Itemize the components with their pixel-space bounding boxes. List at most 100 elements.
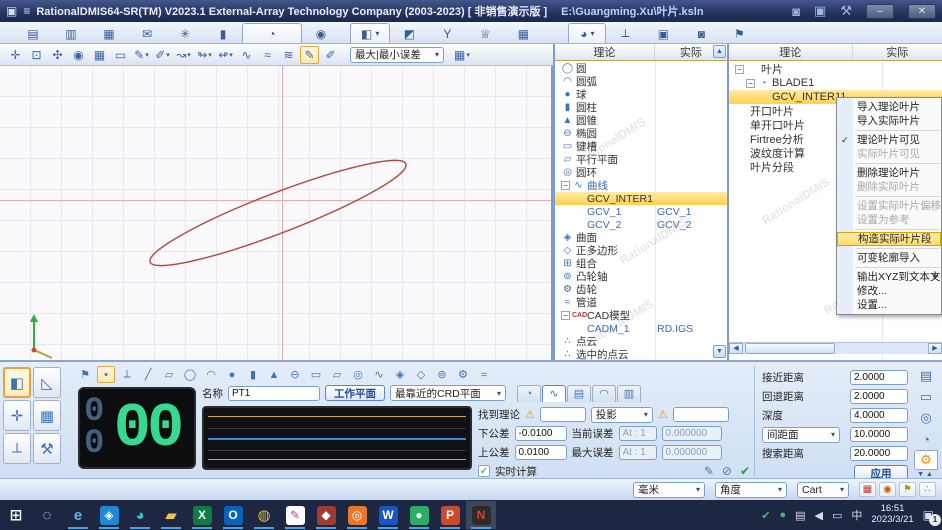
workplane-button[interactable]: 工作平面 (325, 385, 385, 401)
side-tool-button[interactable]: ◎ (914, 408, 938, 428)
minimize-button[interactable]: – (866, 4, 894, 19)
feature-type-button[interactable]: ⊚ (433, 366, 451, 383)
toolbar-button[interactable]: ✐ ▾ (153, 46, 172, 64)
ribbon-tab[interactable]: ◩ ▾ (390, 23, 428, 43)
ribbon-tab[interactable]: ▥ ▾ (52, 23, 90, 43)
strip-scroll-buttons[interactable]: ▼▲ (917, 471, 935, 478)
toolbar-button[interactable]: ≈ ▾ (258, 46, 277, 64)
theory-column-header[interactable]: 理论 (729, 44, 853, 60)
realtime-checkbox[interactable]: ✓ (478, 465, 490, 477)
context-menu-item[interactable]: ✓ 设置... ▶ (837, 298, 941, 312)
menu-icon[interactable]: ≡ (23, 4, 30, 18)
tree-row[interactable]: − CAD CAD模型 (555, 309, 727, 322)
clearance-input[interactable] (850, 427, 908, 442)
context-menu-item[interactable]: ✓ 设置为参考 ▶ (837, 213, 941, 227)
projection-select[interactable]: 投影 ▾ (591, 407, 653, 423)
ribbon-tab[interactable]: ▣ ▾ (644, 23, 682, 43)
toolbar-button[interactable]: ↫ ▾ (216, 46, 235, 64)
tree-row[interactable]: − ◎ 圆环 (555, 166, 727, 179)
feature-type-button[interactable]: ⊖ (286, 366, 304, 383)
eraser-icon[interactable]: ⊘ (722, 464, 732, 478)
taskbar-app-button[interactable]: N (466, 501, 496, 529)
result-view-tab[interactable]: ▥ (617, 385, 641, 402)
upper-tolerance-input[interactable] (515, 445, 567, 460)
context-menu-item[interactable]: ✓ 修改... ▶ (837, 284, 941, 298)
taskbar-app-button[interactable]: ⊞ (1, 501, 31, 529)
toolbar-button[interactable]: ✣ ▾ (48, 46, 67, 64)
feature-type-button[interactable]: ▱ (160, 366, 178, 383)
taskbar-app-button[interactable]: ◌ (32, 501, 62, 529)
display-options-button[interactable]: ▦ ▾ (452, 46, 472, 64)
side-tool-button[interactable]: ▭ (914, 387, 938, 407)
crd-plane-select[interactable]: 最靠近的CRD平面 ▾ (390, 385, 506, 401)
feature-type-button[interactable]: ⟂ (118, 366, 136, 383)
context-menu-item[interactable]: ✓ 构造实际叶片段 ▶ (837, 232, 941, 246)
toolbar-button[interactable]: ✎ ▾ (132, 46, 151, 64)
close-button[interactable]: ✕ (908, 4, 936, 19)
context-menu-item[interactable]: ✓ 可变轮廓导入 ▶ (837, 251, 941, 265)
theory-column-header[interactable]: 理论 (555, 44, 655, 60)
side-tool-button[interactable]: ▤ (914, 366, 938, 386)
toolbar-button[interactable]: ↝ ▾ (174, 46, 193, 64)
toolbar-button[interactable]: ▦ ▾ (90, 46, 109, 64)
device-palette-button[interactable]: ◺ (33, 367, 61, 398)
display-tray-icon[interactable]: ▭ (832, 509, 842, 522)
feature-type-button[interactable]: ◠ (202, 366, 220, 383)
scroll-up-button[interactable]: ▲ (713, 45, 726, 58)
status-icon[interactable]: ▦ (859, 482, 876, 497)
lower-tolerance-input[interactable] (515, 426, 567, 441)
wechat-tray-icon[interactable]: ● (779, 509, 786, 521)
ribbon-tab[interactable]: ⟂ ▾ (606, 23, 644, 43)
clearance-select[interactable]: 间距面 ▾ (762, 427, 840, 443)
tree-expand-toggle[interactable]: − (561, 311, 570, 320)
result-view-tab[interactable]: ∿ (542, 385, 566, 402)
device-palette-button[interactable]: ▦ (33, 400, 61, 431)
taskbar-app-button[interactable]: ◆ (311, 501, 341, 529)
context-menu-item[interactable]: ✓ 实际叶片可见 ▶ (837, 147, 941, 161)
toolbar-button[interactable]: ⊡ ▾ (27, 46, 46, 64)
ribbon-tab[interactable]: Y ▾ (428, 23, 466, 43)
actual-column-header[interactable]: 实际 (853, 44, 942, 60)
scroll-left-button[interactable]: ◀ (729, 343, 743, 354)
toolbar-button[interactable]: ✛ ▾ (6, 46, 25, 64)
horizontal-scrollbar[interactable]: ◀ ▶ (729, 342, 942, 354)
toolbar-button[interactable]: ✎ ▾ (300, 46, 319, 64)
touchpad-tray-icon[interactable]: ▤ (795, 509, 805, 522)
tree-expand-toggle[interactable]: − (561, 181, 570, 190)
feature-type-button[interactable]: ╱ (139, 366, 157, 383)
toolbar-button[interactable]: ◉ ▾ (69, 46, 88, 64)
retract-distance-input[interactable] (850, 389, 908, 404)
notification-center-icon[interactable]: ▣ 1 (923, 508, 934, 522)
projection-value-input[interactable] (673, 407, 729, 422)
ribbon-tab[interactable]: ◕ ▾ (568, 23, 606, 43)
taskbar-app-button[interactable]: ◎ (342, 501, 372, 529)
ribbon-tab[interactable]: ◧ ▾ (350, 23, 390, 43)
result-view-tab[interactable]: ◔ (517, 385, 541, 402)
find-theory-input[interactable] (540, 407, 586, 422)
taskbar-app-button[interactable]: e (63, 501, 93, 529)
tree-row[interactable]: − ∿ 曲线 (555, 179, 727, 192)
taskbar-app-button[interactable]: X (187, 501, 217, 529)
ribbon-tab[interactable]: ◉ ▾ (302, 23, 340, 43)
tree-row[interactable]: − GCV_INTER1 (555, 192, 727, 205)
side-tool-button[interactable]: ◔ (914, 429, 938, 449)
ribbon-tab[interactable]: ▦ ▾ (504, 23, 542, 43)
context-menu-item[interactable]: ✓ 输出XYZ到文本文件 ▶ (837, 270, 941, 284)
approach-distance-input[interactable] (850, 370, 908, 385)
taskbar-app-button[interactable]: ◈ (94, 501, 124, 529)
coordinate-system-select[interactable]: Cart ▾ (797, 482, 849, 498)
device-palette-button[interactable]: ⚒ (33, 433, 61, 464)
scrollbar-thumb[interactable] (745, 343, 835, 354)
context-menu-item[interactable]: ✓ 导入理论叶片 ▶ (837, 100, 941, 114)
taskbar-app-button[interactable]: P (435, 501, 465, 529)
ribbon-tab[interactable]: ✉ ▾ (128, 23, 166, 43)
device-palette-button[interactable]: ✛ (3, 400, 31, 431)
feature-type-button[interactable]: ▭ (307, 366, 325, 383)
taskbar-clock[interactable]: 16:51 2023/3/21 (871, 504, 913, 526)
edit-icon[interactable]: ✎ (704, 464, 714, 478)
angle-select[interactable]: 角度 ▾ (715, 482, 787, 498)
feature-type-button[interactable]: ⚑ (76, 366, 94, 383)
feature-type-button[interactable]: ▱ (328, 366, 346, 383)
tree-expand-toggle[interactable]: − (735, 65, 744, 74)
toolbar-button[interactable]: ✐ ▾ (321, 46, 340, 64)
